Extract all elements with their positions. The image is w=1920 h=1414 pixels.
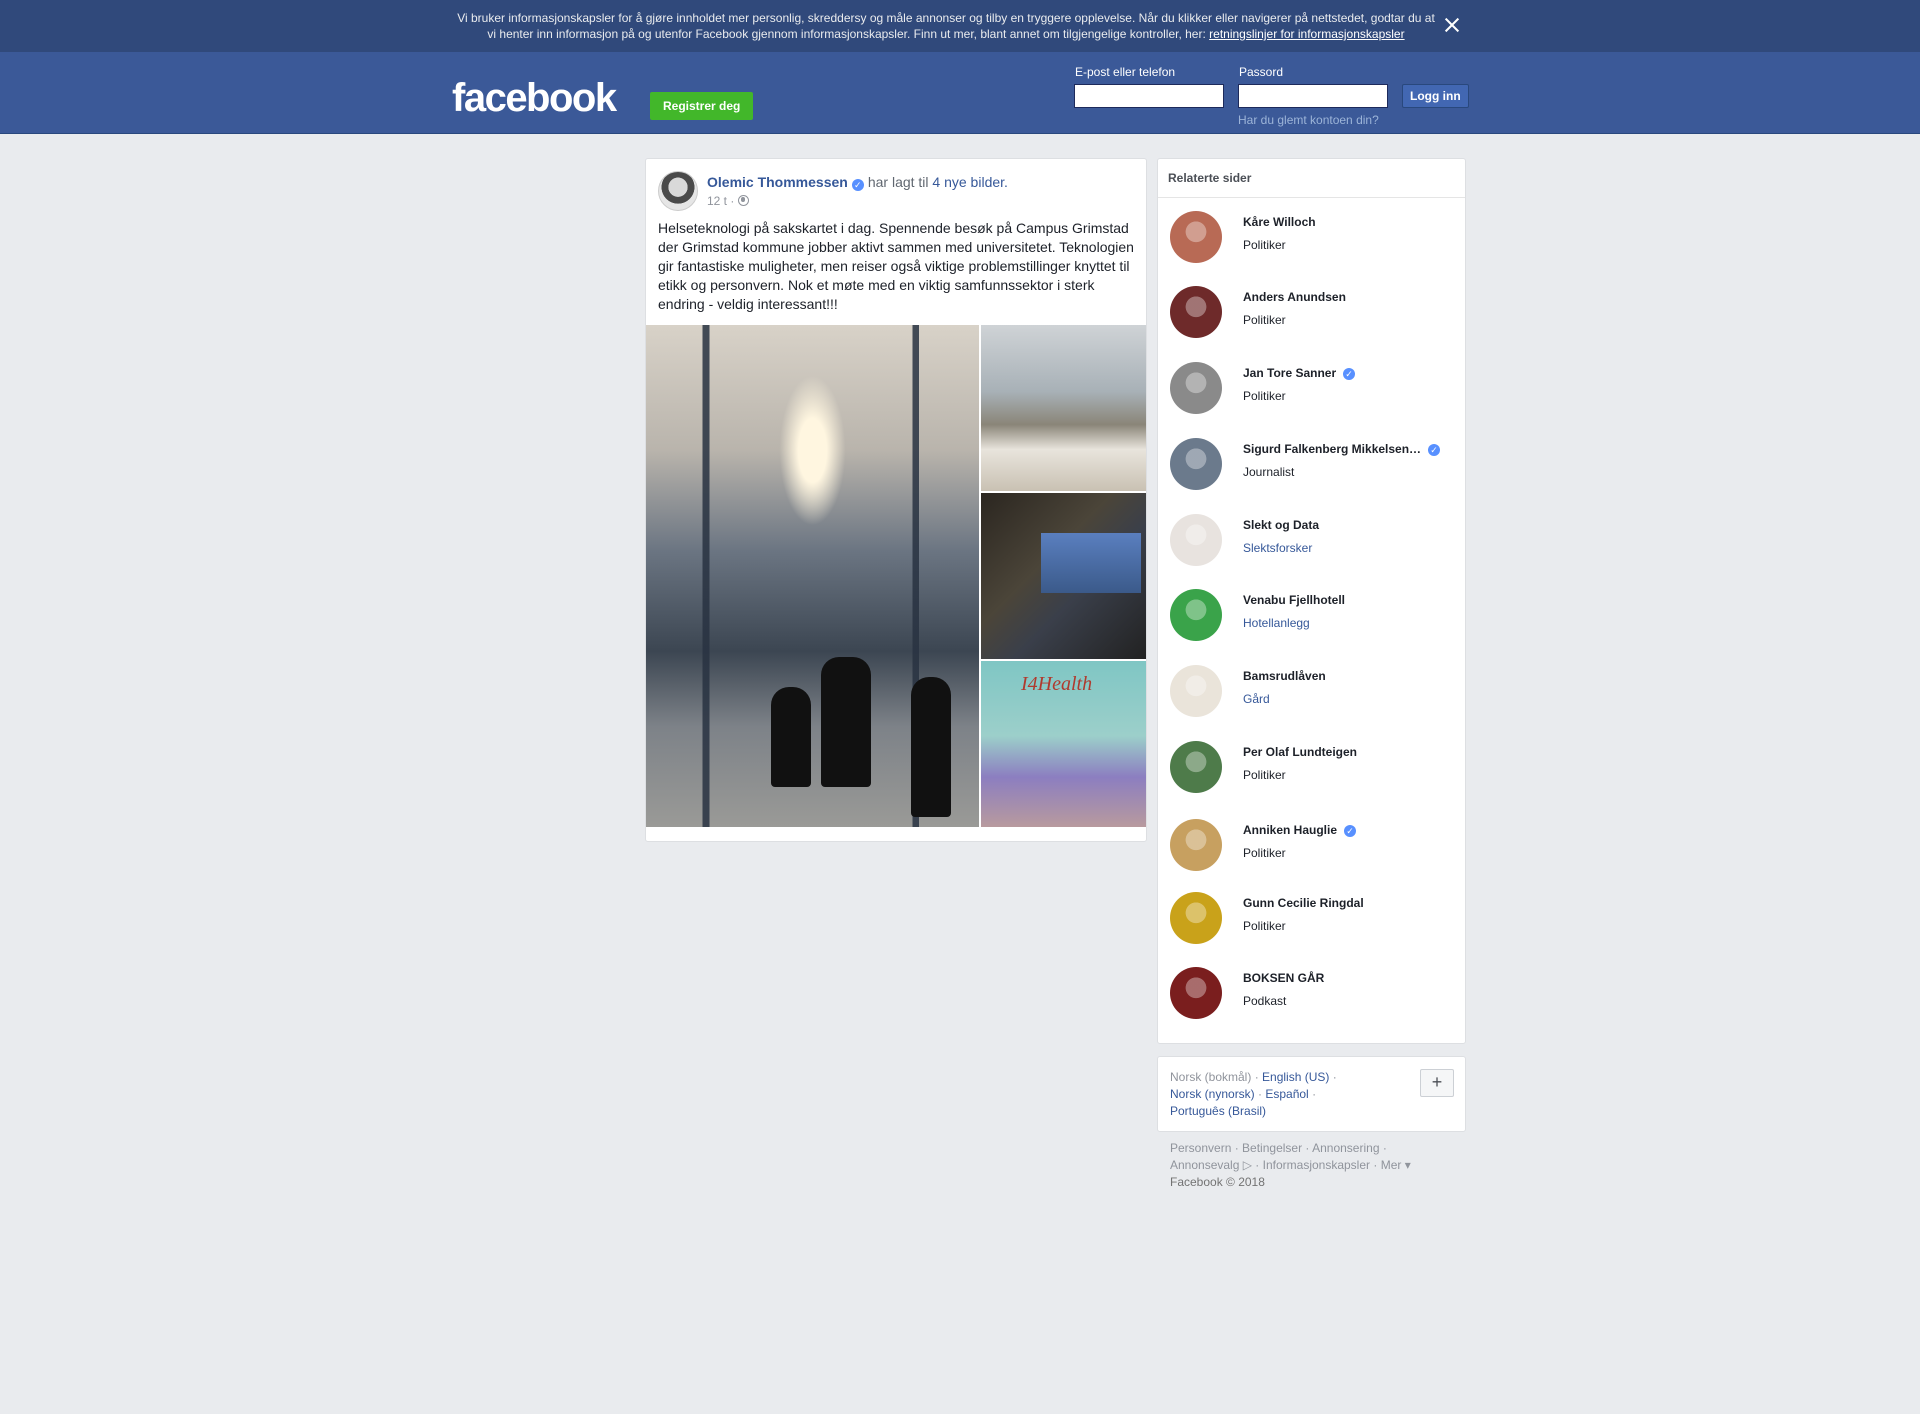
related-page-category: Politiker — [1243, 389, 1286, 403]
verified-icon: ✓ — [851, 179, 864, 191]
related-page-item[interactable]: BOKSEN GÅR Podkast — [1170, 967, 1455, 1025]
related-page-name[interactable]: Slekt og Data — [1243, 518, 1319, 532]
related-page-name[interactable]: Anniken Hauglie — [1243, 823, 1337, 837]
related-pages-title: Relaterte sider — [1168, 171, 1252, 185]
related-page-item[interactable]: Venabu Fjellhotell Hotellanlegg — [1170, 589, 1455, 647]
related-page-category[interactable]: Slektsforsker — [1243, 541, 1312, 555]
related-page-category: Politiker — [1243, 313, 1286, 327]
related-page-item[interactable]: Kåre Willoch Politiker — [1170, 211, 1455, 269]
post-header: Olemic Thommessen ✓ har lagt til 4 nye bil… — [707, 173, 1008, 191]
related-page-name[interactable]: BOKSEN GÅR — [1243, 971, 1324, 985]
related-page-name[interactable]: Venabu Fjellhotell — [1243, 593, 1345, 607]
related-page-item[interactable]: Gunn Cecilie Ringdal Politiker — [1170, 892, 1455, 950]
language-option[interactable]: Norsk (nynorsk) — [1170, 1087, 1255, 1101]
post-text: Helseteknologi på sakskartet i dag. Spen… — [658, 220, 1134, 312]
cookie-banner-text: Vi bruker informasjonskapsler for å gjør… — [452, 10, 1440, 42]
add-language-button[interactable]: + — [1420, 1069, 1454, 1097]
close-icon[interactable] — [1441, 14, 1463, 36]
forgot-account-link[interactable]: Har du glemt kontoen din? — [1238, 113, 1379, 127]
register-button[interactable]: Registrer deg — [650, 92, 754, 120]
caret-down-icon: ▾ — [1404, 1158, 1411, 1172]
related-page-category: Podkast — [1243, 994, 1287, 1008]
avatar[interactable] — [1170, 362, 1222, 414]
related-page-category: Politiker — [1243, 919, 1286, 933]
related-page-item[interactable]: Sigurd Falkenberg Mikkelsen… ✓ Journalist — [1170, 438, 1455, 496]
related-page-category: Politiker — [1243, 768, 1286, 782]
login-button[interactable]: Logg inn — [1402, 84, 1469, 108]
photo-grid: I4Health — [646, 325, 1146, 827]
related-page-category: Journalist — [1243, 465, 1295, 479]
poster-title: I4Health — [1021, 673, 1093, 695]
language-option[interactable]: Português (Brasil) — [1170, 1104, 1266, 1118]
avatar[interactable] — [1170, 514, 1222, 566]
related-page-item[interactable]: Slekt og Data Slektsforsker — [1170, 514, 1455, 572]
photo-poster[interactable]: I4Health — [981, 661, 1146, 827]
related-page-item[interactable]: Bamsrudlåven Gård — [1170, 665, 1455, 723]
verified-icon: ✓ — [1428, 444, 1440, 456]
related-page-category[interactable]: Hotellanlegg — [1243, 616, 1310, 630]
related-page-name[interactable]: Kåre Willoch — [1243, 215, 1316, 229]
top-bar: facebook Registrer deg E-post eller tele… — [0, 52, 1920, 134]
language-option[interactable]: Español — [1265, 1087, 1308, 1101]
avatar[interactable] — [1170, 286, 1222, 338]
post-meta: 12 t · — [707, 194, 749, 208]
related-page-name[interactable]: Per Olaf Lundteigen — [1243, 745, 1357, 759]
footer-link[interactable]: Annonsering — [1312, 1141, 1379, 1155]
language-selector: Norsk (bokmål) · English (US) · Norsk (n… — [1157, 1056, 1466, 1132]
cookie-policy-link[interactable]: retningslinjer for informasjonskapsler — [1209, 27, 1404, 41]
password-label: Passord — [1239, 65, 1284, 79]
related-page-name[interactable]: Sigurd Falkenberg Mikkelsen… — [1243, 442, 1421, 456]
avatar[interactable] — [658, 171, 698, 211]
avatar[interactable] — [1170, 967, 1222, 1019]
footer-link[interactable]: Betingelser — [1242, 1141, 1302, 1155]
post-timestamp[interactable]: 12 t · — [707, 194, 734, 208]
photos-link[interactable]: 4 nye bilder. — [932, 174, 1008, 190]
related-page-category: Politiker — [1243, 238, 1286, 252]
photo-corridor[interactable] — [646, 325, 979, 827]
avatar[interactable] — [1170, 741, 1222, 793]
related-page-item[interactable]: Per Olaf Lundteigen Politiker — [1170, 741, 1455, 799]
related-page-name[interactable]: Gunn Cecilie Ringdal — [1243, 896, 1364, 910]
footer: Personvern · Betingelser · Annonsering ·… — [1170, 1141, 1411, 1189]
avatar[interactable] — [1170, 438, 1222, 490]
related-page-item[interactable]: Anders Anundsen Politiker — [1170, 286, 1455, 344]
cookie-banner: Vi bruker informasjonskapsler for å gjør… — [0, 0, 1920, 52]
post-card: Olemic Thommessen ✓ har lagt til 4 nye bil… — [645, 158, 1147, 842]
post-author[interactable]: Olemic Thommessen — [707, 174, 848, 190]
related-page-name[interactable]: Bamsrudlåven — [1243, 669, 1326, 683]
avatar[interactable] — [1170, 819, 1222, 871]
photo-presentation[interactable] — [981, 493, 1146, 659]
facebook-logo[interactable]: facebook — [452, 76, 617, 121]
verified-icon: ✓ — [1344, 825, 1356, 837]
related-page-name[interactable]: Anders Anundsen — [1243, 290, 1346, 304]
photo-room[interactable] — [981, 325, 1146, 491]
footer-link[interactable]: Annonsevalg — [1170, 1158, 1239, 1172]
footer-link[interactable]: Mer — [1381, 1158, 1402, 1172]
globe-icon — [737, 195, 749, 206]
footer-link[interactable]: Informasjonskapsler — [1263, 1158, 1370, 1172]
email-field[interactable] — [1074, 84, 1224, 108]
divider — [1158, 197, 1465, 198]
language-current: Norsk (bokmål) — [1170, 1070, 1252, 1084]
related-page-category: Politiker — [1243, 846, 1286, 860]
password-field[interactable] — [1238, 84, 1388, 108]
avatar[interactable] — [1170, 665, 1222, 717]
verified-icon: ✓ — [1343, 368, 1355, 380]
email-label: E-post eller telefon — [1075, 65, 1176, 79]
related-page-category[interactable]: Gård — [1243, 692, 1270, 706]
related-page-name[interactable]: Jan Tore Sanner — [1243, 366, 1336, 380]
avatar[interactable] — [1170, 589, 1222, 641]
adchoices-icon: ▷ — [1242, 1158, 1252, 1172]
copyright: Facebook © 2018 — [1170, 1175, 1265, 1189]
related-page-item[interactable]: Anniken Hauglie ✓ Politiker — [1170, 819, 1455, 877]
avatar[interactable] — [1170, 892, 1222, 944]
avatar[interactable] — [1170, 211, 1222, 263]
language-list: Norsk (bokmål) · English (US) · Norsk (n… — [1170, 1070, 1337, 1118]
post-action: har lagt til — [867, 174, 929, 190]
related-page-item[interactable]: Jan Tore Sanner ✓ Politiker — [1170, 362, 1455, 420]
footer-link[interactable]: Personvern — [1170, 1141, 1231, 1155]
related-pages: Relaterte sider Kåre Willoch Politiker And… — [1157, 158, 1466, 1044]
language-option[interactable]: English (US) — [1262, 1070, 1329, 1084]
